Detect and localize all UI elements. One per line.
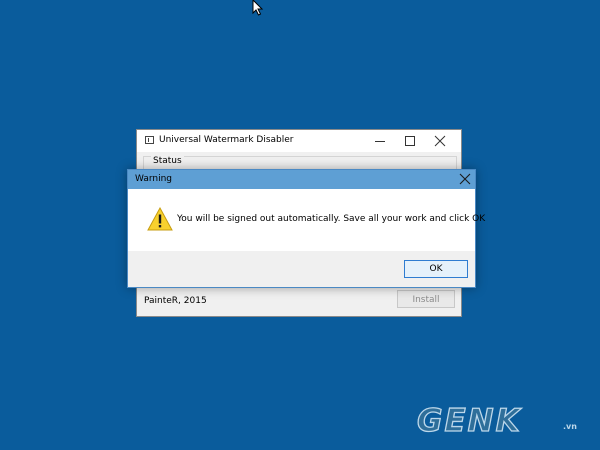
author-credit: PainteR, 2015 — [144, 296, 207, 306]
dialog-body: You will be signed out automatically. Sa… — [128, 189, 485, 251]
install-button[interactable]: Install — [397, 290, 455, 308]
minimize-icon[interactable] — [366, 132, 394, 150]
app-title: Universal Watermark Disabler — [159, 135, 294, 145]
maximize-icon[interactable] — [396, 132, 424, 150]
dialog-footer: OK — [128, 251, 475, 287]
dialog-title: Warning — [135, 174, 173, 184]
genk-logo: GENK .vn — [416, 402, 577, 436]
svg-text:GENK: GENK — [417, 403, 522, 436]
warning-icon — [147, 207, 173, 231]
close-icon[interactable] — [426, 132, 454, 150]
ok-button[interactable]: OK — [404, 260, 468, 278]
dialog-message: You will be signed out automatically. Sa… — [177, 214, 486, 224]
dialog-titlebar: Warning — [128, 170, 475, 189]
mouse-cursor-icon — [252, 0, 264, 16]
close-icon[interactable] — [455, 170, 475, 189]
app-window-icon — [145, 136, 154, 144]
status-label: Status — [151, 156, 184, 166]
warning-dialog: Warning You will be signed out automatic… — [127, 169, 485, 288]
svg-text:.vn: .vn — [563, 422, 577, 431]
app-titlebar: Universal Watermark Disabler — [137, 130, 461, 152]
